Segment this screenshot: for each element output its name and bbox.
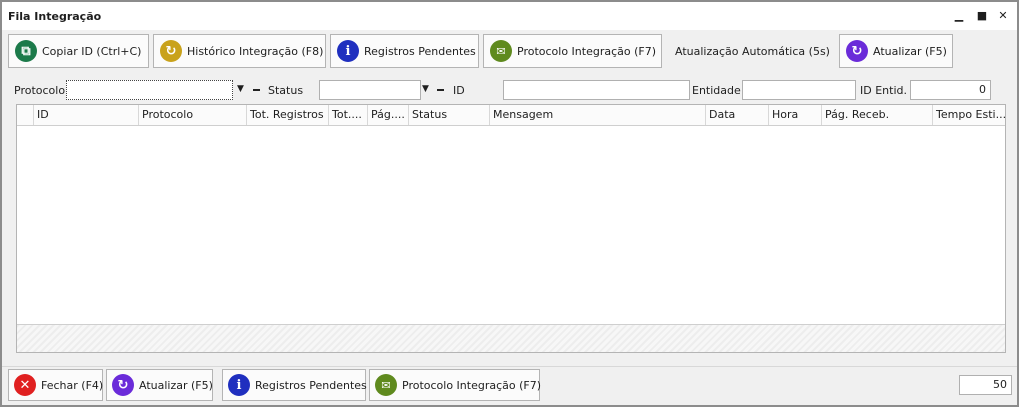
- column-header-status[interactable]: Status: [408, 105, 489, 125]
- page-size-input[interactable]: 50: [959, 375, 1012, 395]
- restore-icon[interactable]: ■: [975, 8, 989, 22]
- column-header-id[interactable]: ID: [33, 105, 138, 125]
- id-filter-label: ID: [453, 84, 465, 97]
- title-bar: Fila Integração ▁ ■ ✕: [2, 2, 1017, 30]
- protocolo-integracao-button[interactable]: ✉ Protocolo Integração (F7): [483, 34, 662, 68]
- close-icon[interactable]: ✕: [996, 8, 1010, 22]
- registros-pendentes-button[interactable]: i Registros Pendentes: [330, 34, 479, 68]
- id-entid-filter-label: ID Entid.: [860, 84, 907, 97]
- entidade-filter-input[interactable]: [742, 80, 856, 100]
- protocolo-filter-label: Protocolo: [14, 84, 66, 97]
- atualizar-button[interactable]: ↻ Atualizar (F5): [839, 34, 953, 68]
- atualizar-bottom-label: Atualizar (F5): [139, 378, 213, 392]
- registros-pendentes-bottom-button[interactable]: i Registros Pendentes: [222, 369, 367, 401]
- historico-label: Histórico Integração (F8): [187, 44, 324, 58]
- info-icon: i: [337, 40, 359, 62]
- grid-header: ID Protocolo Tot. Registros Tot.... Pág.…: [17, 105, 1005, 126]
- column-header-pag-receb[interactable]: Pág. Receb.: [821, 105, 932, 125]
- column-header-mensagem[interactable]: Mensagem: [489, 105, 705, 125]
- chevron-down-icon[interactable]: ▼: [422, 84, 429, 94]
- copy-icon: ⧉: [15, 40, 37, 62]
- protocolo-filter-input[interactable]: [66, 80, 233, 100]
- column-header-tot-registros[interactable]: Tot. Registros: [246, 105, 328, 125]
- id-entid-filter-value: 0: [979, 83, 986, 96]
- column-header-tot[interactable]: Tot....: [328, 105, 367, 125]
- info-icon: i: [228, 374, 250, 396]
- refresh-icon: ↻: [112, 374, 134, 396]
- minimize-icon[interactable]: ▁: [952, 8, 966, 22]
- bottom-toolbar: ✕ Fechar (F4) ↻ Atualizar (F5) i Registr…: [2, 366, 1017, 404]
- status-filter-label: Status: [268, 84, 304, 97]
- historico-button[interactable]: ↻ Histórico Integração (F8): [153, 34, 326, 68]
- registros-bottom-label: Registros Pendentes: [255, 378, 367, 392]
- clear-icon[interactable]: [437, 89, 444, 91]
- protocolo-integracao-bottom-button[interactable]: ✉ Protocolo Integração (F7): [369, 369, 542, 401]
- close-circle-icon: ✕: [14, 374, 36, 396]
- protocolo-bottom-label: Protocolo Integração (F7): [402, 378, 542, 392]
- chat-icon: ✉: [375, 374, 397, 396]
- auto-refresh-label: Atualização Automática (5s): [675, 44, 830, 58]
- column-header-protocolo[interactable]: Protocolo: [138, 105, 246, 125]
- copy-id-label: Copiar ID (Ctrl+C): [42, 44, 142, 58]
- column-header-hora[interactable]: Hora: [768, 105, 821, 125]
- clear-icon[interactable]: [253, 89, 260, 91]
- column-header-pag[interactable]: Pág....: [367, 105, 408, 125]
- atualizar-label: Atualizar (F5): [873, 44, 947, 58]
- registros-label: Registros Pendentes: [364, 44, 476, 58]
- history-icon: ↻: [160, 40, 182, 62]
- protocolo-label: Protocolo Integração (F7): [517, 44, 657, 58]
- id-entid-filter-input[interactable]: 0: [910, 80, 991, 100]
- chevron-down-icon[interactable]: ▼: [237, 84, 244, 94]
- filter-bar: Protocolo ▼ Status ▼ ID Entidade ID Enti…: [2, 78, 1017, 102]
- fechar-button[interactable]: ✕ Fechar (F4): [8, 369, 103, 401]
- window-title: Fila Integração: [8, 10, 102, 23]
- id-filter-input[interactable]: [503, 80, 690, 100]
- copy-id-button[interactable]: ⧉ Copiar ID (Ctrl+C): [8, 34, 149, 68]
- refresh-icon: ↻: [846, 40, 868, 62]
- status-filter-input[interactable]: [319, 80, 421, 100]
- chat-icon: ✉: [490, 40, 512, 62]
- entidade-filter-label: Entidade: [692, 84, 741, 97]
- toolbar: ⧉ Copiar ID (Ctrl+C) ↻ Histórico Integra…: [2, 32, 1017, 70]
- auto-refresh-toggle[interactable]: Atualização Automática (5s): [668, 34, 834, 68]
- row-indicator-header: [17, 105, 33, 125]
- column-header-data[interactable]: Data: [705, 105, 768, 125]
- fechar-label: Fechar (F4): [41, 378, 104, 392]
- window: Fila Integração ▁ ■ ✕ ⧉ Copiar ID (Ctrl+…: [0, 0, 1019, 407]
- grid-footer: [17, 324, 1005, 352]
- column-header-tempo-esti[interactable]: Tempo Esti...: [932, 105, 1005, 125]
- data-grid[interactable]: ID Protocolo Tot. Registros Tot.... Pág.…: [16, 104, 1006, 353]
- atualizar-bottom-button[interactable]: ↻ Atualizar (F5): [106, 369, 213, 401]
